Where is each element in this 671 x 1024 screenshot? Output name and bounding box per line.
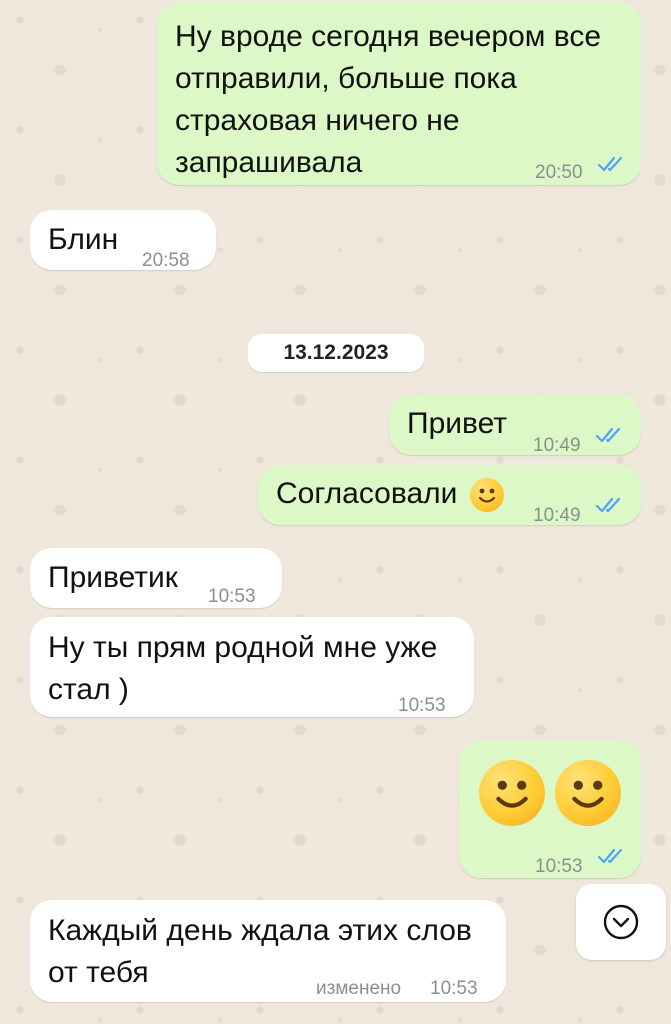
message-bubble-incoming[interactable]: Приветик 10:53 (30, 548, 282, 608)
message-text: Согласовали (276, 477, 458, 510)
message-time: 20:50 (535, 162, 583, 183)
double-check-icon (595, 427, 621, 443)
scroll-to-bottom-button[interactable] (576, 884, 666, 960)
message-edited-label: изменено (316, 978, 402, 999)
message-time: 10:53 (535, 856, 583, 877)
slightly-smiling-face-emoji (555, 760, 621, 826)
message-time: 10:53 (208, 586, 256, 607)
message-text: Блин (48, 223, 119, 256)
message-time: 10:53 (398, 695, 446, 716)
slightly-smiling-face-emoji (470, 478, 504, 512)
message-bubble-incoming[interactable]: Ну ты прям родной мне уже стал ) 10:53 (30, 617, 474, 717)
slightly-smiling-face-emoji (479, 760, 545, 826)
message-time: 10:49 (533, 435, 581, 456)
message-time: 10:49 (533, 505, 581, 526)
message-text: Приветик (48, 561, 178, 594)
date-separator: 13.12.2023 (248, 334, 424, 372)
chevron-down-circle-icon (603, 904, 639, 940)
message-text: Привет (407, 407, 508, 440)
message-bubble-outgoing[interactable]: 10:53 (459, 740, 641, 878)
message-text: Каждый день ждала этих слов от тебя (48, 914, 472, 989)
message-time: 10:53 (430, 978, 478, 999)
message-bubble-outgoing[interactable]: Привет 10:49 (389, 395, 641, 456)
message-text: Ну ты прям родной мне уже стал ) (48, 631, 438, 706)
message-bubble-outgoing[interactable]: Ну вроде сегодня вечером все отправили, … (157, 2, 641, 185)
message-bubble-outgoing[interactable]: Согласовали 10:49 (258, 465, 641, 526)
double-check-icon (595, 497, 621, 513)
double-check-icon (597, 848, 623, 864)
double-check-icon (597, 156, 623, 172)
message-bubble-incoming[interactable]: Блин 20:58 (30, 210, 216, 271)
message-bubble-incoming[interactable]: Каждый день ждала этих слов от тебя изме… (30, 900, 506, 1002)
message-time: 20:58 (142, 250, 190, 271)
